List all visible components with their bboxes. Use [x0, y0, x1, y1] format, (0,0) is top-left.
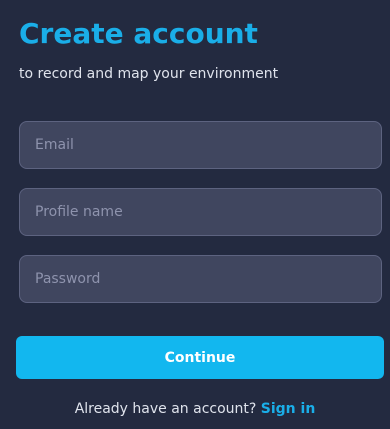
sign-in-link[interactable]: Sign in	[261, 401, 316, 417]
password-field[interactable]	[19, 255, 382, 303]
page-title: Create account	[19, 17, 258, 50]
email-field[interactable]	[19, 121, 382, 169]
signin-prompt-text: Already have an account?	[74, 401, 261, 417]
create-account-screen: Create account to record and map your en…	[0, 0, 390, 429]
continue-button[interactable]: Continue	[16, 336, 384, 379]
signin-prompt: Already have an account? Sign in	[0, 399, 390, 419]
page-subtitle: to record and map your environment	[19, 66, 279, 82]
profile-name-field[interactable]	[19, 188, 382, 236]
